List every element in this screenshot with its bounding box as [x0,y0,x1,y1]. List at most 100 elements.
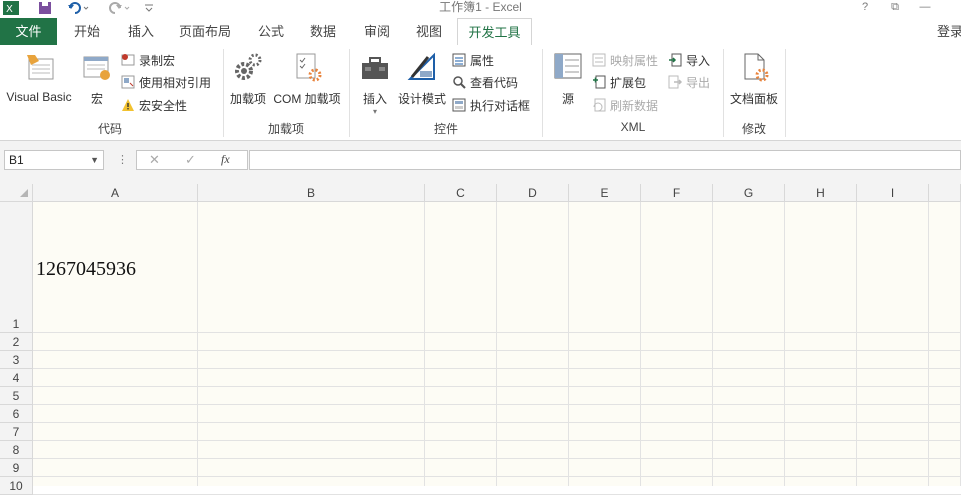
expansion-packs-button[interactable]: 扩展包 [592,72,646,92]
column-header[interactable]: F [641,184,713,202]
macro-security-button[interactable]: 宏安全性 [121,95,187,115]
tab-file[interactable]: 文件 [0,18,57,45]
gridline [424,202,425,486]
com-addins-label: COM 加载项 [273,92,341,106]
group-separator [785,49,786,137]
column-header[interactable]: A [33,184,198,202]
cancel-button[interactable]: ✕ [149,152,160,168]
row-header[interactable]: 3 [0,351,33,369]
worksheet-grid[interactable]: ABCDEFGHI 1 2 3 4 5 6 7 8 9 10 1267045936 [0,184,961,495]
visual-basic-button[interactable]: Visual Basic [4,51,74,104]
chevron-down-icon[interactable]: ▼ [90,151,99,169]
column-header[interactable]: C [425,184,497,202]
column-header[interactable]: I [857,184,929,202]
refresh-data-button[interactable]: 刷新数据 [592,95,658,115]
gridline [33,458,961,459]
column-header[interactable]: E [569,184,641,202]
map-properties-button[interactable]: 映射属性 [592,50,658,70]
properties-button[interactable]: 属性 [452,50,494,70]
addins-button[interactable]: 加载项 [228,51,268,107]
gridline [33,404,961,405]
expansion-packs-label: 扩展包 [610,75,647,90]
tab-insert[interactable]: 插入 [116,18,166,45]
formula-bar: B1 ▼ ⋮ ✕ ✓ fx [0,141,961,184]
column-header[interactable]: G [713,184,785,202]
expansion-packs-icon [593,75,606,89]
record-macro-icon [121,54,135,66]
com-addins-button[interactable]: COM 加载项 [271,51,343,107]
tab-page-layout[interactable]: 页面布局 [172,18,238,45]
redo-icon[interactable] [106,0,130,16]
tab-home[interactable]: 开始 [62,18,112,45]
row-header[interactable]: 10 [0,477,33,495]
design-mode-button[interactable]: 设计模式 [397,51,447,107]
row-header[interactable]: 7 [0,423,33,441]
excel-logo-icon: X [3,0,21,16]
map-properties-icon [592,53,606,67]
tab-data[interactable]: 数据 [298,18,348,45]
xml-import-label: 导入 [686,53,711,68]
more-options-icon[interactable]: ⋮ [117,152,128,168]
map-properties-label: 映射属性 [610,53,659,68]
tab-formulas[interactable]: 公式 [246,18,296,45]
group-label-addins: 加载项 [267,122,304,136]
gridline [33,476,961,477]
cell-a1[interactable]: 1267045936 [36,258,136,281]
column-header[interactable]: B [198,184,425,202]
record-macro-button[interactable]: 录制宏 [121,50,175,70]
addins-label: 加载项 [229,92,266,106]
select-all-corner[interactable] [0,184,33,202]
xml-source-button[interactable]: 源 [551,51,585,107]
minimize-button[interactable]: — [914,0,936,14]
formula-input[interactable] [249,150,961,170]
gridline [928,202,929,486]
gridline [856,202,857,486]
row-header[interactable]: 2 [0,333,33,351]
design-mode-icon [406,51,438,83]
enter-button[interactable]: ✓ [185,152,196,168]
record-macro-label: 录制宏 [139,53,176,68]
relative-references-button[interactable]: 使用相对引用 [121,72,211,92]
xml-export-button[interactable]: 导出 [668,72,710,92]
row-header[interactable]: 8 [0,441,33,459]
run-dialog-button[interactable]: 执行对话框 [452,95,530,115]
customize-quick-access-icon[interactable] [144,0,154,16]
name-box[interactable]: B1 ▼ [4,150,104,170]
column-header[interactable]: D [497,184,569,202]
document-panel-button[interactable]: 文档面板 [728,51,780,107]
save-icon[interactable] [37,0,53,16]
insert-control-label: 插入 [362,92,387,106]
tab-review[interactable]: 审阅 [352,18,402,45]
insert-function-button[interactable]: fx [221,152,230,167]
macros-button[interactable]: 宏 [80,51,114,107]
macros-icon [81,51,113,83]
tab-developer[interactable]: 开发工具 [457,18,532,46]
row-header[interactable]: 6 [0,405,33,423]
gridline [568,202,569,486]
insert-control-button[interactable]: 插入 ▾ [358,51,392,116]
document-panel-icon [738,51,770,83]
refresh-data-label: 刷新数据 [610,98,659,113]
ribbon-display-options-button[interactable]: ⧉ [884,0,906,14]
group-label-code: 代码 [97,122,122,136]
chevron-down-icon: ▾ [372,107,377,116]
column-header[interactable] [929,184,961,202]
undo-icon[interactable] [66,0,90,16]
row-header[interactable]: 1 [0,202,33,333]
visual-basic-label: Visual Basic [6,90,72,104]
view-code-button[interactable]: 查看代码 [452,72,518,92]
formula-buttons: ✕ ✓ fx [136,150,248,170]
row-header[interactable]: 5 [0,387,33,405]
xml-import-button[interactable]: 导入 [668,50,710,70]
help-button[interactable]: ? [854,0,876,14]
sign-in-link[interactable]: 登录 [935,18,961,45]
tab-view[interactable]: 视图 [404,18,454,45]
column-header[interactable]: H [785,184,857,202]
row-header[interactable]: 4 [0,369,33,387]
properties-icon [452,53,466,67]
group-separator [223,49,224,137]
macros-label: 宏 [90,92,103,106]
ribbon: Visual Basic 宏 录制宏 使用相对引用 宏安全性 代码 加载项 CO… [0,45,961,141]
document-panel-label: 文档面板 [729,92,778,106]
row-header[interactable]: 9 [0,459,33,477]
